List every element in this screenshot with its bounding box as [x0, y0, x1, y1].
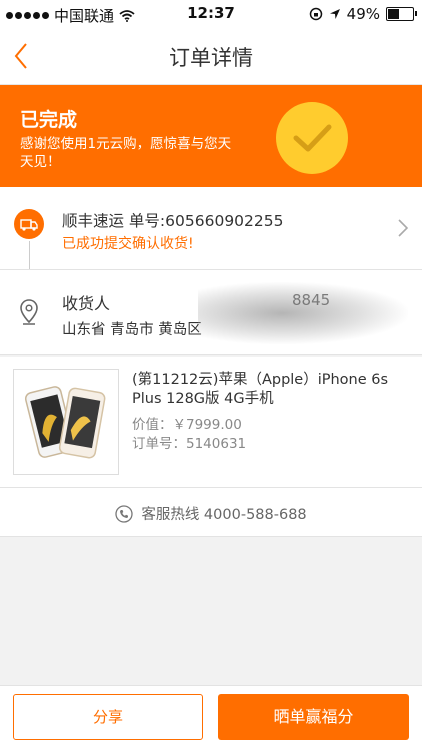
- product-name: (第11212云)苹果（Apple）iPhone 6s Plus 128G版 4…: [132, 372, 389, 407]
- customer-service-hotline[interactable]: 客服热线 4000-588-688: [0, 488, 422, 537]
- status-right: 49%: [309, 5, 417, 23]
- product-price: 价值：￥7999.00: [132, 417, 242, 433]
- share-button[interactable]: 分享: [13, 694, 203, 740]
- order-status-title: 已完成: [20, 109, 78, 131]
- hotline-text: 客服热线 4000-588-688: [141, 507, 307, 523]
- logistics-row[interactable]: 顺丰速运 单号:605660902255 已成功提交确认收货!: [0, 187, 422, 270]
- status-bar: 中国联通 12:37 49%: [0, 0, 422, 28]
- address-line: 山东省 青岛市 黄岛区: [62, 322, 202, 338]
- bottom-action-bar: 分享 晒单赢福分: [0, 685, 422, 751]
- delivery-status: 已成功提交确认收货!: [62, 236, 194, 252]
- shipping-address: 收货人 8845 山东省 青岛市 黄岛区: [0, 270, 422, 355]
- product-thumbnail: [13, 369, 119, 475]
- location-arrow-icon: [329, 9, 340, 19]
- chevron-right-icon: [398, 219, 409, 241]
- show-order-button[interactable]: 晒单赢福分: [218, 694, 409, 740]
- tracking-number: 顺丰速运 单号:605660902255: [62, 212, 284, 230]
- battery-percent: 49%: [346, 5, 380, 23]
- nav-bar: 订单详情: [0, 28, 422, 85]
- location-pin-icon: [18, 298, 40, 330]
- privacy-redaction: [198, 282, 408, 344]
- page-title: 订单详情: [169, 46, 253, 70]
- order-status-banner: 已完成 感谢您使用1元云购，愿惊喜与您天天见！: [0, 85, 422, 187]
- orientation-lock-icon: [309, 7, 322, 21]
- order-number: 订单号：5140631: [132, 436, 247, 452]
- battery-icon: [386, 7, 417, 21]
- phone-icon: [115, 504, 133, 523]
- completed-check-icon: [276, 102, 348, 174]
- product-item[interactable]: (第11212云)苹果（Apple）iPhone 6s Plus 128G版 4…: [0, 357, 422, 488]
- truck-icon: [14, 209, 44, 239]
- timeline-line: [29, 241, 30, 269]
- order-status-message: 感谢您使用1元云购，愿惊喜与您天天见！: [20, 136, 232, 170]
- recipient-label: 收货人: [62, 294, 111, 313]
